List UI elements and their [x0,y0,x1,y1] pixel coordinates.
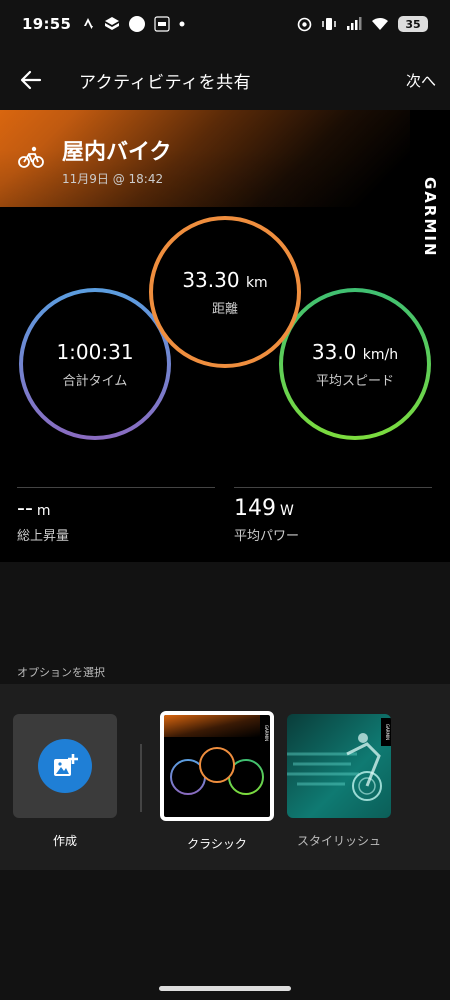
indoor-bike-icon [18,146,44,172]
option-classic[interactable]: GARMIN クラシック [160,711,274,852]
distance-label: 距離 [211,301,238,317]
back-button[interactable] [0,50,62,110]
power-stat: 149 W 平均パワー [234,487,432,547]
signal-icon [346,17,362,31]
add-photo-icon [54,754,78,776]
time-label: 合計タイム [62,373,128,389]
activity-card: 屋内バイク 11月9日 @ 18:42 GARMIN 1:00:31 合計タイム… [0,110,450,562]
options-section-label: オプションを選択 [17,666,105,679]
stylish-thumbnail[interactable]: GARMIN [287,714,391,818]
power-unit: W [280,503,294,519]
speed-label: 平均スピード [315,373,394,389]
page-title: アクティビティを共有 [79,72,252,93]
time-ring: 1:00:31 合計タイム [19,288,171,440]
create-thumbnail[interactable] [13,714,117,818]
circle-icon [129,16,146,32]
classic-thumbnail[interactable]: GARMIN [160,711,274,821]
option-create[interactable]: 作成 [13,714,117,849]
strava-icon [83,17,95,31]
options-divider [140,744,142,812]
option-classic-label: クラシック [187,837,247,851]
vibrate-icon [321,17,337,31]
distance-value: 33.30 [182,267,240,292]
app-cube-icon [104,16,120,32]
app-square-icon [154,16,170,32]
option-create-label: 作成 [52,834,77,848]
options-panel: 作成 GARMIN クラシック GARMIN スタイリッシュ [0,684,450,870]
power-value: 149 [234,496,276,521]
battery-icon: 35 [398,16,428,32]
elevation-unit: m [36,503,51,519]
garmin-logo: GARMIN [410,146,450,288]
speed-value: 33.0 [311,339,357,364]
activity-title: 屋内バイク [62,140,172,165]
power-label: 平均パワー [234,529,300,544]
status-bar: 19:55 35 [0,0,450,48]
option-stylish-label: スタイリッシュ [296,834,381,848]
elevation-stat: -- m 総上昇量 [17,487,215,547]
speed-ring: 33.0 km/h 平均スピード [279,288,431,440]
app-header: アクティビティを共有 次へ [0,50,450,110]
next-button[interactable]: 次へ [406,70,436,91]
classic-brand: GARMIN [264,725,269,741]
speed-unit: km/h [362,346,399,363]
dot-icon [179,21,185,27]
elevation-label: 総上昇量 [17,529,70,544]
wifi-icon [371,17,389,31]
home-indicator[interactable] [159,986,291,991]
create-button[interactable] [38,739,92,793]
activity-date: 11月9日 @ 18:42 [62,172,164,186]
stylish-preview-graphic: GARMIN [287,718,391,801]
arrow-left-icon [20,70,42,90]
elevation-value: -- [17,496,33,521]
distance-ring: 33.30 km 距離 [149,216,301,368]
distance-unit: km [245,274,268,291]
time-value: 1:00:31 [56,339,134,364]
sync-icon [297,17,312,32]
option-stylish[interactable]: GARMIN スタイリッシュ [287,714,391,849]
status-time: 19:55 [22,15,72,33]
classic-preview-graphic: GARMIN [164,715,270,795]
stylish-brand: GARMIN [385,724,390,740]
